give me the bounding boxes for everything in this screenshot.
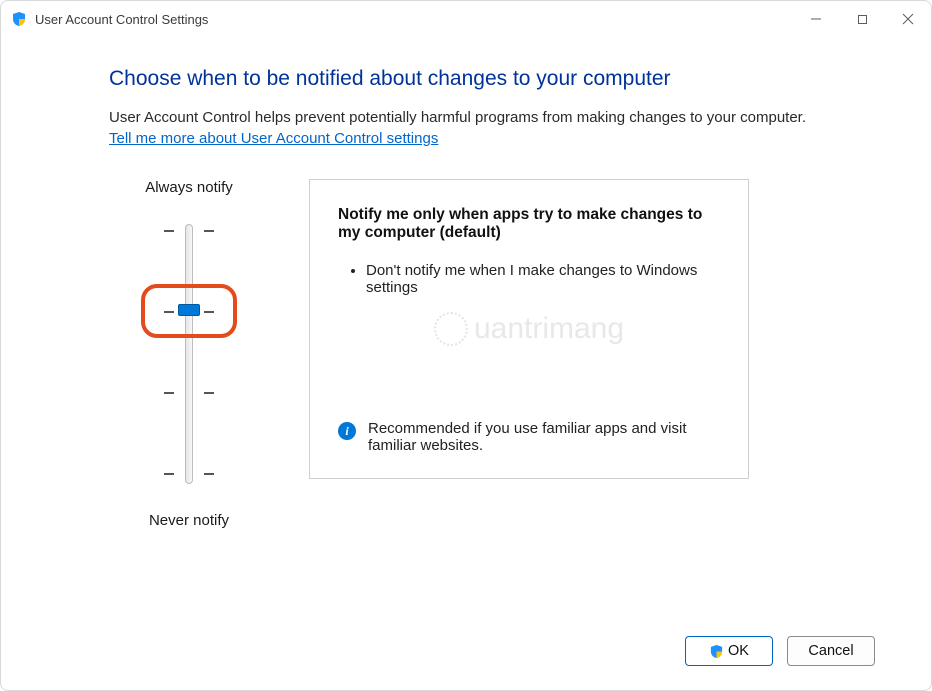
help-link[interactable]: Tell me more about User Account Control …: [109, 130, 438, 147]
window-title: User Account Control Settings: [35, 12, 208, 27]
cancel-button-label: Cancel: [808, 643, 853, 659]
minimize-button[interactable]: [793, 1, 839, 37]
recommendation: i Recommended if you use familiar apps a…: [338, 380, 720, 454]
watermark: uantrimang: [434, 312, 624, 346]
level-detail-panel: uantrimang Notify me only when apps try …: [309, 179, 749, 479]
shield-icon: [709, 644, 724, 659]
cancel-button[interactable]: Cancel: [787, 636, 875, 666]
page-description: User Account Control helps prevent poten…: [109, 109, 871, 126]
slider-track[interactable]: [159, 214, 219, 494]
close-button[interactable]: [885, 1, 931, 37]
notify-slider[interactable]: Always notify Never notify: [109, 179, 269, 529]
slider-label-bottom: Never notify: [149, 512, 229, 529]
shield-icon: [11, 11, 27, 27]
slider-label-top: Always notify: [145, 179, 233, 196]
ok-button[interactable]: OK: [685, 636, 773, 666]
maximize-button[interactable]: [839, 1, 885, 37]
slider-rail: [185, 224, 193, 484]
panel-bullet: Don't notify me when I make changes to W…: [366, 262, 720, 296]
panel-bullet-list: Don't notify me when I make changes to W…: [338, 262, 720, 304]
dialog-button-row: OK Cancel: [685, 636, 875, 666]
panel-title: Notify me only when apps try to make cha…: [338, 206, 720, 242]
content-area: Choose when to be notified about changes…: [1, 37, 931, 549]
info-icon: i: [338, 422, 356, 440]
page-heading: Choose when to be notified about changes…: [109, 67, 871, 91]
slider-thumb[interactable]: [178, 304, 200, 316]
titlebar: User Account Control Settings: [1, 1, 931, 37]
recommendation-text: Recommended if you use familiar apps and…: [368, 420, 720, 454]
ok-button-label: OK: [728, 643, 749, 659]
